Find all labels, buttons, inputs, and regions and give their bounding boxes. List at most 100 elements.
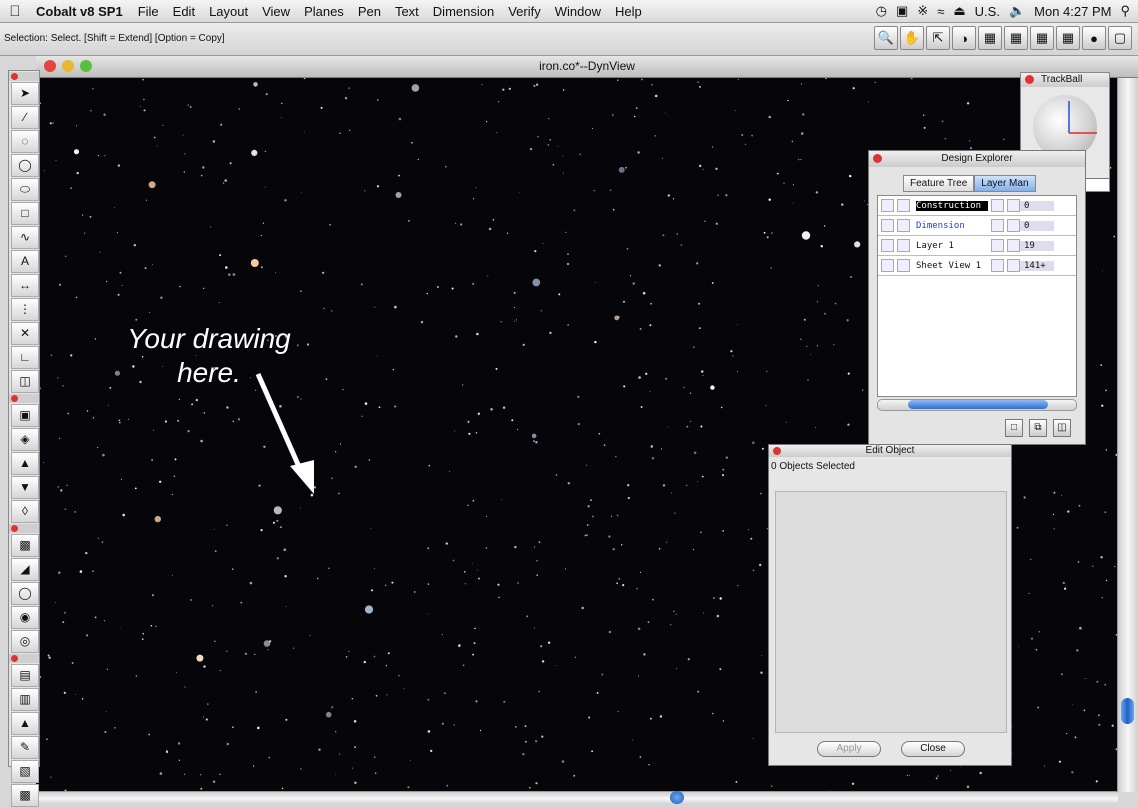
trim-tool-icon[interactable]: ✕ [11,322,39,345]
layer-lock-toggle[interactable] [881,199,894,212]
shell-tool-icon[interactable]: ◊ [11,500,39,523]
layer-style-icon[interactable] [1007,259,1020,272]
circle-tool-icon[interactable]: ◯ [11,154,39,177]
trackball-close-icon[interactable] [1025,75,1034,84]
new-layer-icon[interactable]: □ [1005,419,1023,437]
menu-text[interactable]: Text [388,4,426,19]
apply-button[interactable]: Apply [817,741,881,757]
layer-name[interactable]: Construction [916,200,988,211]
text-tool-icon[interactable]: A [11,250,39,273]
menu-pen[interactable]: Pen [351,4,388,19]
layer-visibility-toggle[interactable] [897,239,910,252]
mirror-tool-icon[interactable]: ◫ [11,370,39,393]
layer-name[interactable]: Layer 1 [916,241,988,251]
vertical-scroll-thumb[interactable] [1121,698,1134,724]
horizontal-scrollbar[interactable] [36,791,1118,805]
fillet-tool-icon[interactable]: ∟ [11,346,39,369]
wedge-solid-icon[interactable]: ◢ [11,558,39,581]
layer-color-swatch[interactable] [991,259,1004,272]
design-explorer-title[interactable]: Design Explorer [869,151,1085,167]
menu-edit[interactable]: Edit [166,4,202,19]
layer-style-icon[interactable] [1007,199,1020,212]
box-solid-icon[interactable]: ▩ [11,534,39,557]
render-icon[interactable]: ◑ [952,26,976,50]
layer-lock-toggle[interactable] [881,259,894,272]
input-source[interactable]: U.S. [975,4,1000,19]
revolve-tool-icon[interactable]: ◈ [11,428,39,451]
app-status-icon[interactable]: ▣ [896,3,908,19]
close-button[interactable]: Close [901,741,965,757]
zoom-window-icon[interactable] [80,60,92,72]
layer-visibility-toggle[interactable] [897,219,910,232]
menu-file[interactable]: File [131,4,166,19]
edit-object-close-icon[interactable] [773,447,781,455]
extrude-tool-icon[interactable]: ▣ [11,404,39,427]
duplicate-layer-icon[interactable]: ⧉ [1029,419,1047,437]
layer-style-icon[interactable] [1007,239,1020,252]
wifi-icon[interactable]: ≈ [937,4,944,19]
menu-dimension[interactable]: Dimension [426,4,501,19]
layer-row[interactable]: Construction 0 [878,196,1076,216]
sheet-icon[interactable]: ▩ [11,784,39,807]
menu-help[interactable]: Help [608,4,649,19]
layer-row[interactable]: Dimension 0 [878,216,1076,236]
palette-close-icon[interactable] [11,73,18,80]
menu-view[interactable]: View [255,4,297,19]
shaded-sphere-icon[interactable]: ● [1082,26,1106,50]
menu-app-name[interactable]: Cobalt v8 SP1 [30,4,131,19]
palette-close-icon[interactable] [11,395,18,402]
menu-window[interactable]: Window [548,4,608,19]
apple-icon[interactable]:  [0,3,30,20]
select-arrow-icon[interactable]: ➤ [11,82,39,105]
rectangle-tool-icon[interactable]: □ [11,202,39,225]
menubar-clock[interactable]: Mon 4:27 PM [1034,4,1111,19]
spline-tool-icon[interactable]: ∿ [11,226,39,249]
layer-list-scrollbar[interactable] [877,399,1077,411]
layer-list-scroll-thumb[interactable] [908,400,1048,409]
horizontal-scroll-thumb[interactable] [670,791,684,804]
sphere-solid-icon[interactable]: ◉ [11,606,39,629]
time-machine-icon[interactable]: ◷ [876,3,887,19]
eye-icon[interactable] [897,259,910,272]
zoom-icon[interactable]: 🔍 [874,26,898,50]
view-cube-top-icon[interactable]: ▦ [1030,26,1054,50]
spotlight-search-icon[interactable]: ⚲ [1120,3,1130,19]
tab-layer-manager[interactable]: Layer Man [974,175,1036,192]
zoom-to-fit-icon[interactable]: ⇱ [926,26,950,50]
palette-close-icon[interactable] [11,655,18,662]
layer-color-swatch[interactable] [991,219,1004,232]
torus-solid-icon[interactable]: ◎ [11,630,39,653]
palette-close-icon[interactable] [11,525,18,532]
design-explorer-close-icon[interactable] [873,154,882,163]
edit-object-title[interactable]: Edit Object [769,445,1011,457]
wireframe-cube-icon[interactable]: ▢ [1108,26,1132,50]
construction-tool-icon[interactable]: ⋮ [11,298,39,321]
trash-icon[interactable]: ◫ [1053,419,1071,437]
ellipse-tool-icon[interactable]: ⬭ [11,178,39,201]
trackball-title[interactable]: TrackBall [1021,73,1109,87]
vertical-scrollbar[interactable] [1117,78,1138,792]
volume-icon[interactable]: 🔈 [1009,3,1025,19]
layer-name[interactable]: Sheet View 1 [916,261,988,271]
minimize-window-icon[interactable] [62,60,74,72]
view-cube-iso-icon[interactable]: ▦ [1056,26,1080,50]
menu-verify[interactable]: Verify [501,4,548,19]
layer-name[interactable]: Dimension [916,221,988,231]
dimension-tool-icon[interactable]: ↔ [11,274,39,297]
close-window-icon[interactable] [44,60,56,72]
hatch-icon[interactable]: ▧ [11,760,39,783]
section-view-icon[interactable]: ▥ [11,688,39,711]
layer-lock-toggle[interactable] [881,219,894,232]
detail-view-icon[interactable]: ▲ [11,712,39,735]
layer-lock-toggle[interactable] [881,239,894,252]
layer-row[interactable]: Layer 1 19 [878,236,1076,256]
arc-tool-icon[interactable]: ◌ [11,130,39,153]
loft-tool-icon[interactable]: ▼ [11,476,39,499]
view-cube-side-icon[interactable]: ▦ [1004,26,1028,50]
annotation-icon[interactable]: ✎ [11,736,39,759]
layer-color-swatch[interactable] [991,199,1004,212]
layer-style-icon[interactable] [1007,219,1020,232]
tab-feature-tree[interactable]: Feature Tree [903,175,975,192]
cylinder-solid-icon[interactable]: ◯ [11,582,39,605]
pan-hand-icon[interactable]: ✋ [900,26,924,50]
